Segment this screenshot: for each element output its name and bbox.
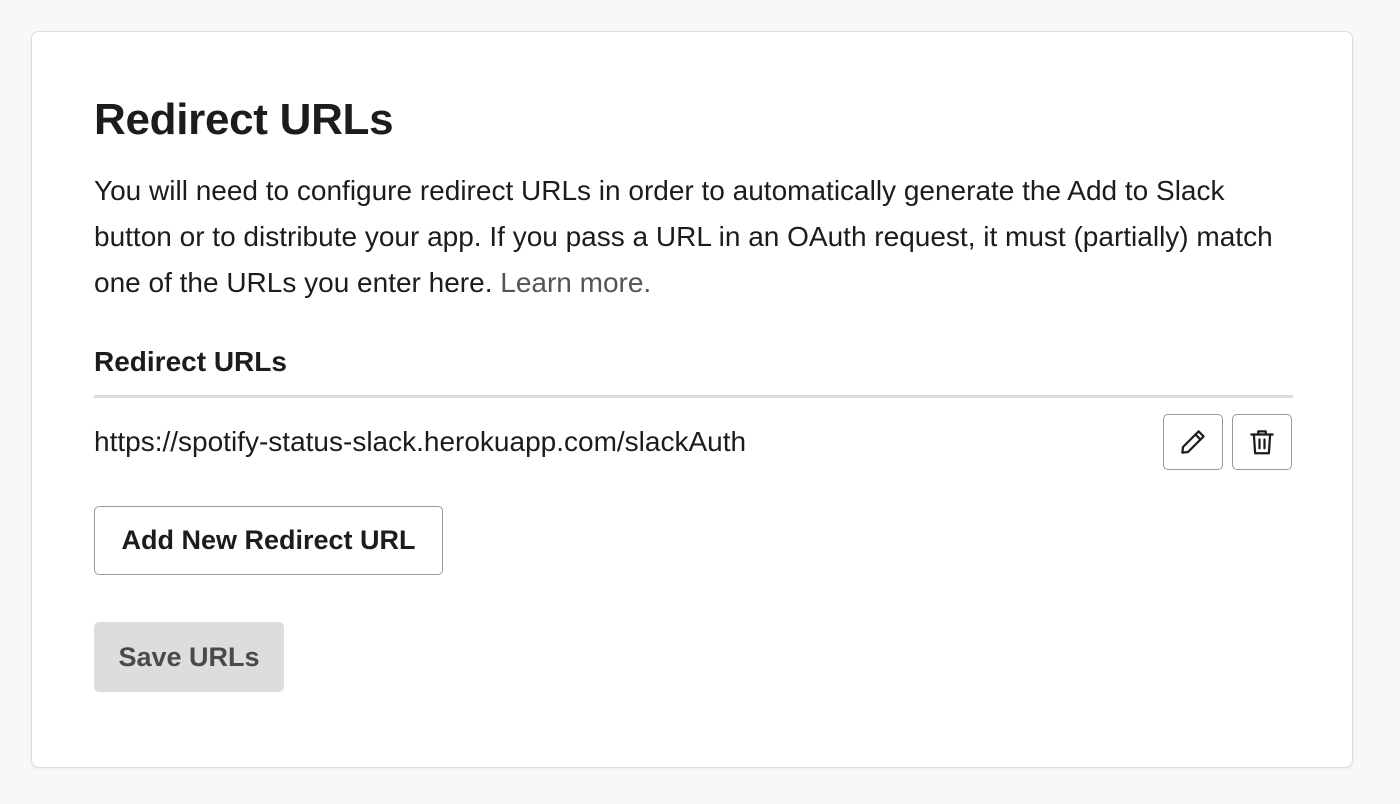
list-item: https://spotify-status-slack.herokuapp.c… — [94, 414, 1293, 472]
trash-icon — [1250, 430, 1274, 455]
divider — [94, 395, 1293, 398]
delete-url-button[interactable] — [1232, 414, 1292, 470]
save-urls-button[interactable]: Save URLs — [94, 622, 284, 692]
redirect-url-text: https://spotify-status-slack.herokuapp.c… — [94, 426, 747, 457]
section-title: Redirect URLs — [94, 95, 394, 144]
redirect-urls-label: Redirect URLs — [94, 346, 287, 377]
learn-more-link[interactable]: Learn more. — [500, 267, 651, 298]
description-text: You will need to configure redirect URLs… — [94, 175, 1273, 298]
redirect-urls-card: Redirect URLs You will need to configure… — [31, 31, 1353, 768]
add-new-redirect-url-button[interactable]: Add New Redirect URL — [94, 506, 443, 575]
pencil-icon — [1181, 430, 1205, 454]
edit-url-button[interactable] — [1163, 414, 1223, 470]
section-description: You will need to configure redirect URLs… — [94, 168, 1274, 306]
